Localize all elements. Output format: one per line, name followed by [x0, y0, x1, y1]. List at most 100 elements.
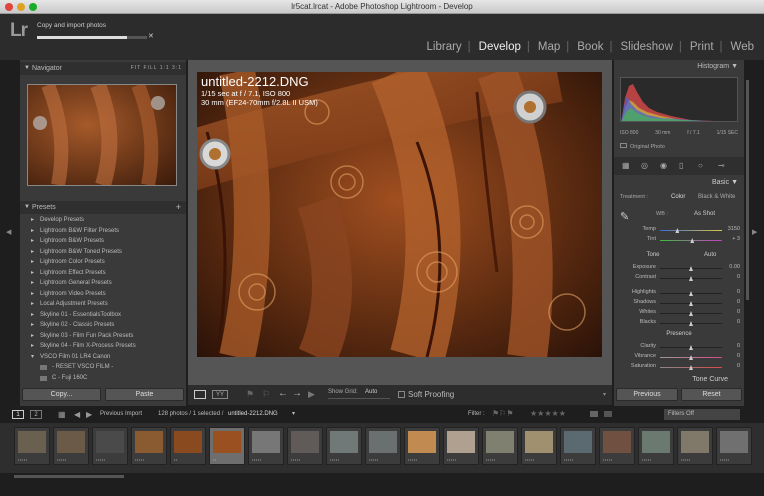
slider-track[interactable]: [660, 238, 722, 243]
slider-track[interactable]: [660, 276, 722, 281]
slider-knob[interactable]: [690, 238, 695, 243]
preset-folder[interactable]: Develop Presets: [30, 215, 182, 226]
slider-contrast[interactable]: Contrast 0: [618, 274, 740, 283]
slider-shadows[interactable]: Shadows 0: [618, 299, 740, 308]
reject-flag-icon[interactable]: ⚐: [262, 389, 270, 400]
rating-filter-icon[interactable]: ★★★★★: [530, 409, 566, 418]
filmstrip-thumbnail[interactable]: •••••: [14, 427, 50, 465]
slider-vibrance[interactable]: Vibrance 0: [618, 353, 740, 362]
filmstrip-thumbnail[interactable]: •••••: [326, 427, 362, 465]
filmstrip-thumbnail[interactable]: •••••: [443, 427, 479, 465]
slider-blacks[interactable]: Blacks 0: [618, 319, 740, 328]
slider-value[interactable]: 0: [737, 309, 740, 315]
loupe-view-icon[interactable]: [194, 390, 206, 399]
slider-track[interactable]: [660, 311, 722, 316]
slider-value[interactable]: 3150: [728, 226, 740, 232]
histogram-chart[interactable]: [620, 77, 738, 122]
slider-track[interactable]: [660, 301, 722, 306]
slider-knob[interactable]: [675, 228, 680, 233]
grid-view-icon[interactable]: ▦: [58, 410, 66, 419]
module-book[interactable]: Book: [577, 41, 603, 53]
crop-tool-icon[interactable]: ▦: [622, 161, 630, 170]
slider-saturation[interactable]: Saturation 0: [618, 363, 740, 372]
previous-photo-icon[interactable]: ←: [278, 388, 288, 399]
navigator-header[interactable]: ▼ Navigator FIT FILL 1:1 3:1: [20, 62, 186, 75]
tone-auto-button[interactable]: Auto: [704, 252, 716, 258]
slider-value[interactable]: 0: [737, 299, 740, 305]
add-preset-icon[interactable]: +: [176, 201, 181, 214]
slider-value[interactable]: 0: [737, 353, 740, 359]
module-map[interactable]: Map: [538, 41, 560, 53]
module-develop[interactable]: Develop: [479, 41, 521, 53]
slider-value[interactable]: 0: [737, 274, 740, 280]
module-library[interactable]: Library: [427, 41, 462, 53]
filmstrip-thumbnail[interactable]: •••••: [482, 427, 518, 465]
filmstrip-thumbnail[interactable]: •••••: [638, 427, 674, 465]
filmstrip-thumbnail[interactable]: •••••: [599, 427, 635, 465]
adjustment-brush-icon[interactable]: ⊸: [718, 161, 725, 170]
preset-folder[interactable]: Skyline 03 - Film Fun Pack Presets: [30, 331, 182, 342]
filmstrip-scrollbar[interactable]: [14, 475, 124, 478]
preset-folder[interactable]: Lightroom B&W Toned Presets: [30, 247, 182, 258]
slider-highlights[interactable]: Highlights 0: [618, 289, 740, 298]
flag-icon[interactable]: ⚑: [246, 389, 254, 400]
module-web[interactable]: Web: [731, 41, 754, 53]
slider-temp[interactable]: Temp 3150: [618, 226, 740, 235]
wb-select[interactable]: As Shot: [694, 211, 715, 217]
soft-proofing-checkbox[interactable]: [398, 391, 405, 398]
slider-value[interactable]: 0: [737, 363, 740, 369]
source-dropdown-icon[interactable]: ▾: [292, 410, 295, 417]
preset-item[interactable]: - RESET VSCO FILM -: [30, 362, 182, 373]
slider-clarity[interactable]: Clarity 0: [618, 343, 740, 352]
preset-folder[interactable]: Lightroom B&W Filter Presets: [30, 226, 182, 237]
filmstrip-thumbnail[interactable]: ••: [170, 427, 206, 465]
filmstrip-thumbnail[interactable]: •••••: [521, 427, 557, 465]
preset-folder[interactable]: Skyline 01 - EssentialsToolbox: [30, 310, 182, 321]
preset-folder[interactable]: Lightroom General Presets: [30, 278, 182, 289]
presets-header[interactable]: ▼ Presets +: [20, 201, 186, 214]
slider-value[interactable]: + 3: [732, 236, 740, 242]
preset-item[interactable]: C - Fuji 160C: [30, 373, 182, 384]
slider-whites[interactable]: Whites 0: [618, 309, 740, 318]
treatment-color[interactable]: Color: [671, 194, 685, 200]
flag-filter-icon[interactable]: ⚑⚐⚑: [492, 409, 514, 418]
filmstrip-thumbnail[interactable]: •••••: [716, 427, 752, 465]
filter-select[interactable]: Filters Off: [664, 409, 740, 420]
wb-picker-icon[interactable]: ✎: [620, 210, 629, 223]
preset-folder[interactable]: Lightroom Effect Presets: [30, 268, 182, 279]
color-label-filter-icon[interactable]: [590, 411, 598, 417]
filmstrip-thumbnail[interactable]: •••••: [92, 427, 128, 465]
slideshow-play-icon[interactable]: ▶: [308, 389, 315, 400]
slider-knob[interactable]: [689, 266, 693, 271]
filmstrip-forward-icon[interactable]: ▶: [86, 410, 92, 419]
cancel-task-icon[interactable]: ✕: [148, 32, 154, 40]
slider-track[interactable]: [660, 321, 722, 326]
grid-size-slider[interactable]: [328, 398, 390, 399]
spot-removal-icon[interactable]: ◎: [641, 161, 648, 170]
red-eye-icon[interactable]: ◉: [660, 161, 667, 170]
main-window-button[interactable]: 1: [12, 410, 24, 419]
filmstrip-thumbnail[interactable]: •••••: [131, 427, 167, 465]
filmstrip-thumbnail[interactable]: •••••: [248, 427, 284, 465]
slider-track[interactable]: [660, 365, 722, 370]
radial-filter-icon[interactable]: ○: [698, 161, 703, 170]
histogram-header[interactable]: Histogram ▼: [697, 63, 738, 70]
copy-button[interactable]: Copy...: [22, 388, 101, 401]
filmstrip-thumbnail-selected[interactable]: ••: [209, 427, 245, 465]
preset-folder[interactable]: VSCO Film 01 LR4 Canon: [30, 352, 182, 363]
source-label[interactable]: Previous Import: [100, 411, 142, 417]
slider-knob[interactable]: [689, 276, 693, 281]
slider-track[interactable]: [660, 228, 722, 233]
graduated-filter-icon[interactable]: ▯: [679, 161, 683, 170]
slider-track[interactable]: [660, 345, 722, 350]
right-panel-scrollbar[interactable]: [746, 80, 749, 300]
tone-curve-header[interactable]: Tone Curve: [692, 376, 728, 383]
basic-header[interactable]: Basic ▼: [712, 179, 738, 186]
previous-settings-button[interactable]: Previous: [616, 388, 678, 401]
slider-knob[interactable]: [689, 291, 693, 296]
slider-knob[interactable]: [689, 311, 693, 316]
treatment-bw[interactable]: Black & White: [698, 194, 735, 200]
before-after-icon[interactable]: YY: [212, 390, 228, 399]
second-window-button[interactable]: 2: [30, 410, 42, 419]
slider-track[interactable]: [660, 266, 722, 271]
